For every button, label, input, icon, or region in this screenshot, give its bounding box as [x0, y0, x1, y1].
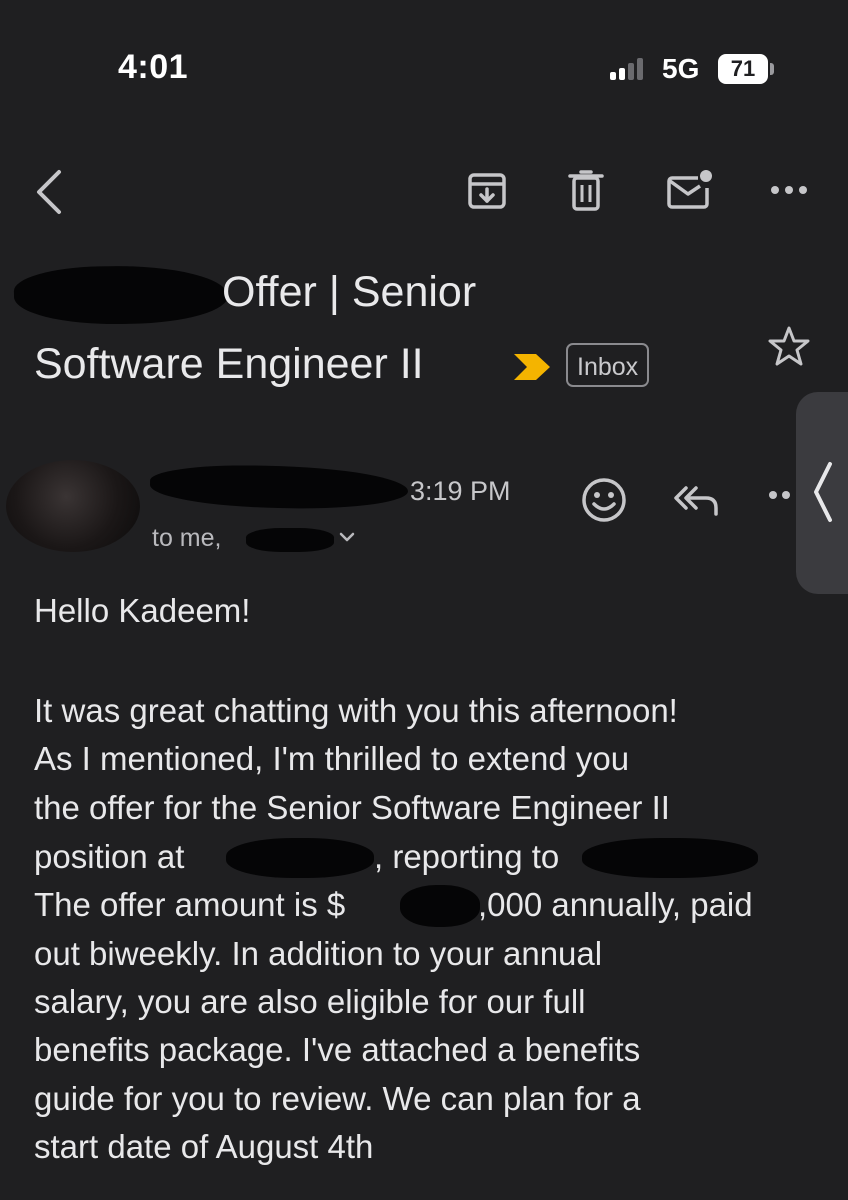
email-subject: Offer | Senior — [222, 268, 477, 316]
more-horizontal-icon — [771, 186, 807, 194]
email-subject-continued: Software Engineer II — [34, 340, 424, 388]
email-body-line: start date of August 4th — [34, 1128, 374, 1165]
mark-unread-icon — [667, 170, 712, 209]
star-button[interactable] — [766, 323, 812, 369]
reply-all-icon — [674, 486, 718, 516]
message-more-button[interactable] — [768, 484, 796, 506]
email-body-line: guide for you to review. We can plan for… — [34, 1080, 641, 1117]
email-body-line: The offer amount is $ — [34, 886, 346, 923]
email-greeting: Hello Kadeem! — [34, 592, 251, 629]
important-marker-icon[interactable] — [512, 350, 552, 384]
email-body-line: position at — [34, 838, 185, 875]
chevron-down-icon[interactable] — [338, 528, 356, 546]
archive-icon — [468, 173, 506, 209]
chevron-left-icon — [814, 462, 832, 522]
recipients-line[interactable]: to me, — [152, 524, 221, 553]
email-body-line: salary, you are also eligible for our fu… — [34, 983, 586, 1020]
redaction-recipient — [246, 528, 334, 552]
delete-button[interactable] — [561, 166, 611, 216]
add-reaction-button[interactable] — [578, 474, 630, 526]
back-button[interactable] — [22, 162, 74, 222]
more-options-button[interactable] — [766, 170, 812, 210]
archive-button[interactable] — [462, 166, 512, 216]
battery-icon: 71 — [718, 54, 778, 86]
signal-icon — [610, 58, 643, 80]
sender-avatar[interactable] — [6, 460, 140, 552]
network-type: 5G — [662, 53, 700, 84]
sent-time: 3:19 PM — [410, 476, 511, 506]
redaction-subject — [13, 264, 229, 326]
redaction-amount — [400, 885, 480, 927]
status-time: 4:01 — [118, 48, 189, 86]
redaction-sender-name — [149, 463, 409, 511]
email-body-line: It was great chatting with you this afte… — [34, 692, 678, 729]
more-horizontal-icon — [769, 491, 790, 499]
star-icon — [768, 326, 810, 366]
trash-icon — [568, 170, 604, 211]
email-body-line: out biweekly. In addition to your annual — [34, 935, 603, 972]
email-body-line: As I mentioned, I'm thrilled to extend y… — [34, 740, 630, 777]
email-body-line: the offer for the Senior Software Engine… — [34, 789, 670, 826]
reply-all-button[interactable] — [670, 478, 722, 522]
email-body-line: benefits package. I've attached a benefi… — [34, 1031, 641, 1068]
inbox-label-chip[interactable]: Inbox — [566, 343, 650, 387]
mark-unread-button[interactable] — [662, 164, 718, 216]
chevron-left-icon — [37, 170, 61, 214]
redaction-company — [226, 838, 374, 878]
battery-level: 71 — [730, 56, 756, 81]
redaction-manager — [582, 838, 758, 878]
emoji-icon — [582, 478, 626, 522]
email-body-line: ,000 annually, paid — [478, 886, 753, 923]
email-body-line: , reporting to — [374, 838, 560, 875]
